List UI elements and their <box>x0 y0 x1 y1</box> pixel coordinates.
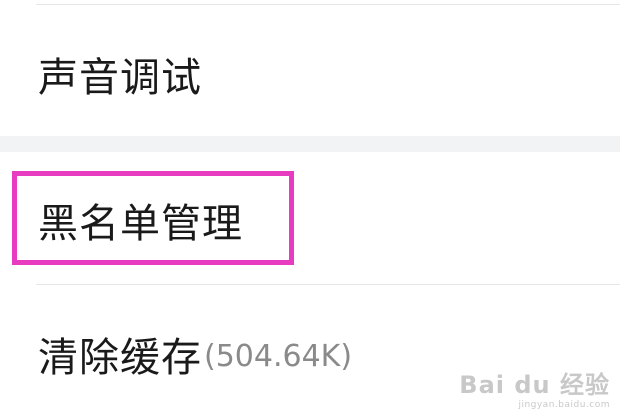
settings-page: 声音调试 黑名单管理 清除缓存 (504.64K) Bai du 经验 jing… <box>0 0 620 416</box>
settings-item-blacklist-management[interactable]: 黑名单管理 <box>0 166 620 274</box>
settings-item-label: 声音调试 <box>38 55 202 101</box>
cache-size-value: (504.64K) <box>204 338 353 374</box>
settings-item-label: 清除缓存 <box>38 335 202 381</box>
section-separator <box>0 136 620 152</box>
top-divider <box>36 4 620 5</box>
watermark-brand: Bai du 经验 <box>459 371 610 399</box>
baidu-jingyan-watermark: Bai du 经验 jingyan.baidu.com <box>459 365 610 410</box>
item-divider <box>36 284 620 285</box>
settings-item-label: 黑名单管理 <box>38 201 243 247</box>
watermark-url: jingyan.baidu.com <box>518 400 610 410</box>
settings-item-sound-debug[interactable]: 声音调试 <box>0 20 620 128</box>
